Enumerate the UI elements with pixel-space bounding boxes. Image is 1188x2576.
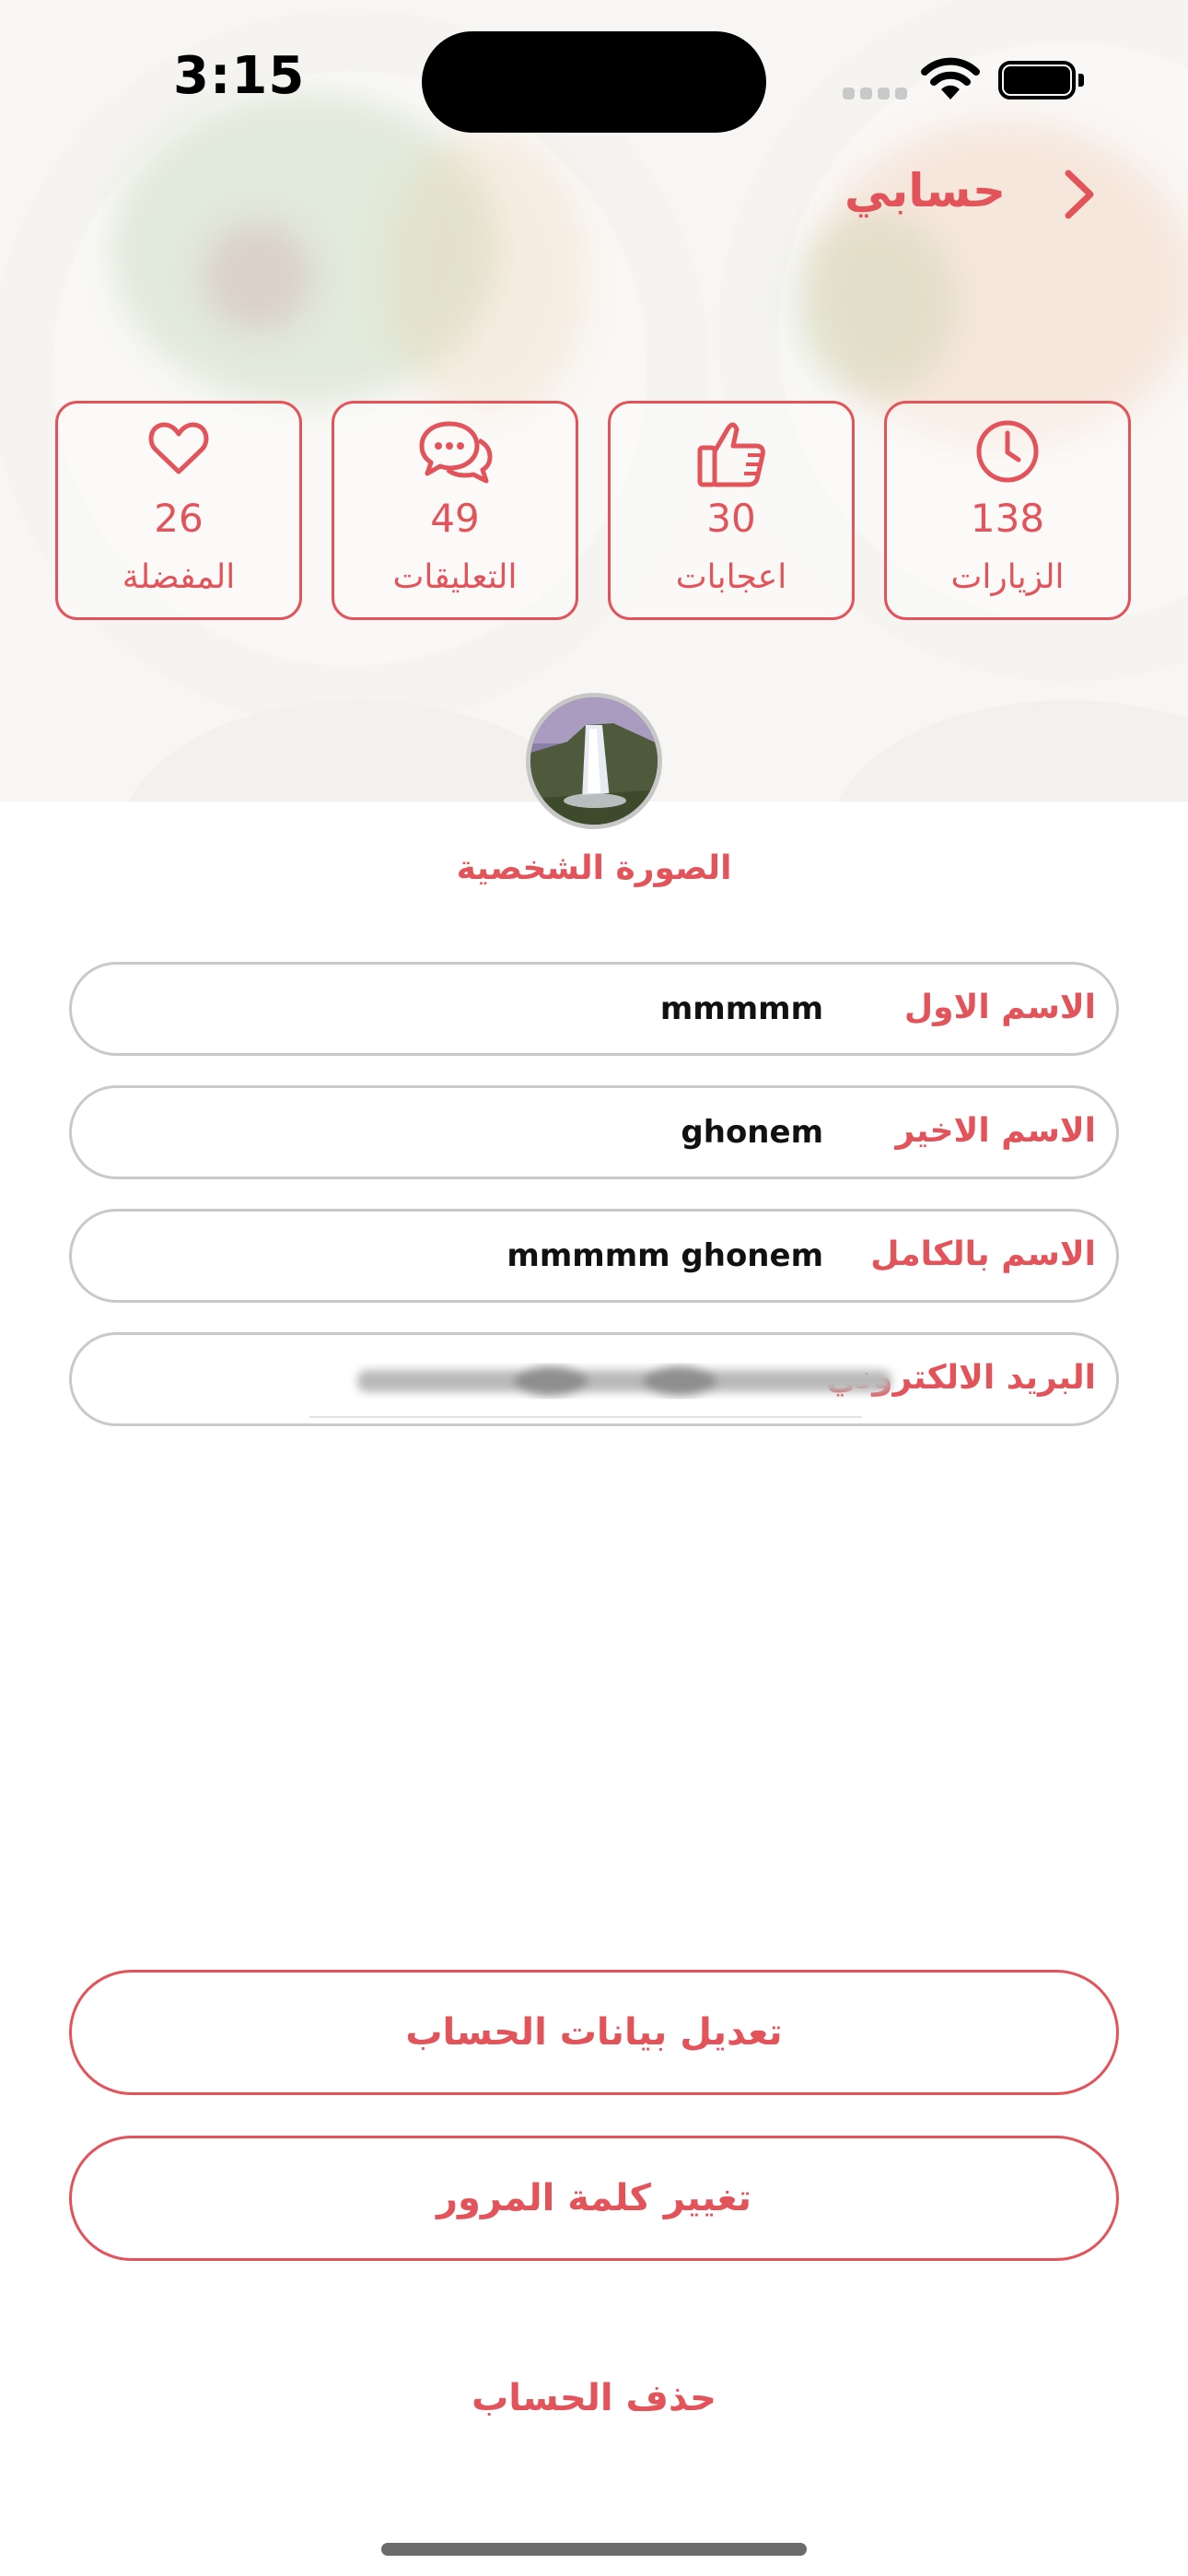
field-underline <box>309 1416 862 1418</box>
email-field[interactable]: البريد الالكتروني <box>69 1332 1119 1426</box>
thumbs-up-icon <box>611 416 852 492</box>
last-name-field[interactable]: الاسم الاخير ghonem <box>69 1085 1119 1179</box>
full-name-field[interactable]: الاسم بالكامل mmmmm ghonem <box>69 1209 1119 1303</box>
field-label: الاسم الاخير <box>895 1112 1097 1150</box>
status-time: 3:15 <box>173 46 306 106</box>
heart-icon <box>58 416 299 492</box>
page-title: حسابي <box>844 164 1006 217</box>
stat-value: 138 <box>970 496 1045 541</box>
cellular-signal-icon <box>843 88 907 100</box>
avatar[interactable] <box>526 693 662 829</box>
redaction-blur <box>357 1366 891 1396</box>
stat-label: التعليقات <box>392 558 518 596</box>
chat-bubbles-icon <box>334 416 576 492</box>
battery-icon <box>998 61 1085 100</box>
status-bar: 3:15 <box>0 0 1188 157</box>
stat-card-favorites[interactable]: 26 المفضلة <box>55 401 302 620</box>
field-value: mmmmm ghonem <box>507 1237 823 1274</box>
stat-card-comments[interactable]: 49 التعليقات <box>332 401 578 620</box>
stat-value: 30 <box>706 496 756 541</box>
first-name-field[interactable]: الاسم الاول mmmmm <box>69 962 1119 1056</box>
field-value: ghonem <box>681 1114 823 1151</box>
stat-card-visits[interactable]: 138 الزيارات <box>884 401 1131 620</box>
edit-account-button[interactable]: تعديل بيانات الحساب <box>69 1970 1119 2095</box>
stat-label: الزيارات <box>950 558 1065 596</box>
dynamic-island <box>422 31 766 133</box>
field-label: الاسم الاول <box>903 989 1096 1026</box>
field-value: mmmmm <box>659 990 823 1027</box>
delete-account-button[interactable]: حذف الحساب <box>0 2377 1188 2419</box>
field-label: الاسم بالكامل <box>870 1235 1096 1273</box>
chevron-right-icon[interactable] <box>1052 164 1107 225</box>
stat-card-likes[interactable]: 30 اعجابات <box>608 401 855 620</box>
clock-icon <box>887 416 1128 492</box>
change-password-button[interactable]: تغيير كلمة المرور <box>69 2136 1119 2261</box>
home-indicator[interactable] <box>381 2543 807 2556</box>
stat-label: اعجابات <box>675 558 787 596</box>
stat-label: المفضلة <box>122 558 236 596</box>
stat-value: 49 <box>430 496 480 541</box>
avatar-label: الصورة الشخصية <box>456 849 732 887</box>
stat-value: 26 <box>154 496 204 541</box>
wifi-icon <box>921 55 980 101</box>
stats-row: 138 الزيارات 30 اعجابات 49 التعليقات 26 … <box>55 401 1133 622</box>
